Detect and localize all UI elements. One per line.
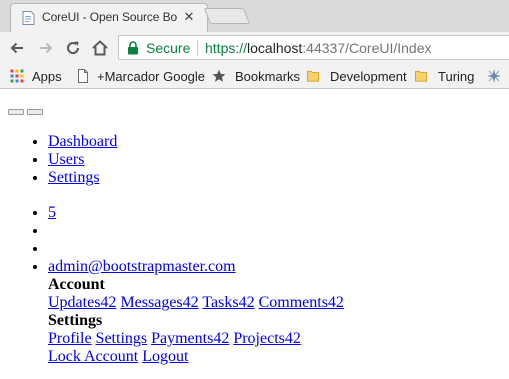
page-favicon-icon	[22, 11, 35, 25]
bookmark-folder-development[interactable]: Development	[307, 67, 407, 85]
dropdown-item-lock-account[interactable]: Lock Account	[48, 348, 138, 365]
header-nav: Dashboard Users Settings	[0, 133, 117, 187]
sidebar-minimizer-button[interactable]	[27, 109, 43, 115]
list-item-empty[interactable]	[48, 240, 344, 258]
dropdown-item-comments[interactable]: Comments42	[259, 294, 344, 311]
folder-icon	[415, 70, 427, 82]
url-host: localhost	[247, 40, 303, 56]
notifications-badge-link[interactable]: 5	[48, 204, 56, 221]
lock-icon	[128, 41, 138, 55]
home-icon	[92, 40, 108, 56]
bookmark-label: Apps	[32, 68, 62, 84]
tab-title: CoreUI - Open Source Bo	[42, 10, 178, 24]
forward-button[interactable]	[37, 39, 55, 57]
url-scheme: https://	[205, 40, 248, 56]
user-dropdown: Account Updates42 Messages42 Tasks42 Com…	[48, 276, 344, 366]
folder-icon	[307, 70, 319, 82]
header-right-nav: 5 admin@bootstrapmaster.com Account Upda…	[0, 204, 344, 366]
back-arrow-icon	[10, 42, 23, 54]
list-item-empty[interactable]	[48, 222, 344, 240]
forward-arrow-icon	[40, 42, 53, 54]
omnibox-divider	[197, 40, 198, 56]
dropdown-settings-links: Profile Settings Payments42 Projects42	[48, 330, 344, 348]
dropdown-account-links: Updates42 Messages42 Tasks42 Comments42	[48, 294, 344, 312]
bookmark-label: Development	[330, 68, 407, 84]
url-path: :44337/CoreUI/Index	[302, 40, 432, 56]
dropdown-item-payments[interactable]: Payments42	[151, 330, 229, 347]
bookmark-overflow[interactable]	[486, 67, 502, 85]
dropdown-header-settings: Settings	[48, 312, 103, 329]
new-tab-button[interactable]	[203, 8, 251, 24]
sparkle-icon	[487, 69, 501, 83]
url-text: https://localhost:44337/CoreUI/Index	[205, 40, 432, 56]
home-button[interactable]	[91, 39, 109, 57]
browser-toolbar: Secure https://localhost:44337/CoreUI/In…	[0, 32, 509, 63]
nav-item-dashboard: Dashboard	[48, 133, 117, 151]
nav-link-users[interactable]: Users	[48, 151, 84, 168]
bookmarks-bar: Apps +Marcador Google Bookmarks Developm…	[0, 63, 509, 89]
dropdown-footer-links: Lock Account Logout	[48, 348, 344, 366]
address-bar[interactable]: Secure https://localhost:44337/CoreUI/In…	[118, 35, 509, 60]
reload-icon	[67, 41, 80, 55]
back-button[interactable]	[8, 39, 26, 57]
dropdown-item-messages[interactable]: Messages42	[120, 294, 198, 311]
nav-item-settings: Settings	[48, 169, 117, 187]
dropdown-item-settings[interactable]: Settings	[96, 330, 148, 347]
dropdown-item-updates[interactable]: Updates42	[48, 294, 116, 311]
dropdown-header-account: Account	[48, 276, 105, 293]
reload-button[interactable]	[64, 39, 82, 57]
user-menu-item: admin@bootstrapmaster.com Account Update…	[48, 258, 344, 366]
bookmark-label: Turing	[438, 68, 475, 84]
tab-close-icon[interactable]: ✕	[182, 9, 196, 25]
star-icon	[212, 69, 226, 82]
nav-item-users: Users	[48, 151, 117, 169]
nav-link-settings[interactable]: Settings	[48, 169, 100, 186]
apps-grid-icon	[10, 69, 24, 83]
sidebar-toggler-button[interactable]	[8, 109, 24, 115]
browser-tab-strip: CoreUI - Open Source Bo ✕	[0, 0, 509, 32]
dropdown-item-tasks[interactable]: Tasks42	[202, 294, 254, 311]
bookmark-label: Bookmarks	[235, 68, 301, 84]
secure-label: Secure	[146, 40, 191, 56]
notifications-item: 5	[48, 204, 344, 222]
dropdown-item-profile[interactable]: Profile	[48, 330, 92, 347]
dropdown-item-projects[interactable]: Projects42	[233, 330, 301, 347]
page-icon	[78, 69, 88, 83]
page-content: Dashboard Users Settings 5 admin@bootstr…	[0, 90, 509, 379]
nav-link-dashboard[interactable]: Dashboard	[48, 133, 117, 150]
bookmark-bookmarks[interactable]: Bookmarks	[212, 67, 300, 85]
bookmark-folder-turing[interactable]: Turing	[415, 67, 474, 85]
dropdown-item-logout[interactable]: Logout	[142, 348, 188, 365]
browser-tab-content[interactable]: CoreUI - Open Source Bo ✕	[22, 3, 220, 32]
bookmark-label: +Marcador Google	[97, 68, 206, 84]
bookmark-apps[interactable]: Apps	[10, 67, 62, 85]
bookmark-marcador-google[interactable]: +Marcador Google	[76, 67, 205, 85]
user-email-link[interactable]: admin@bootstrapmaster.com	[48, 258, 236, 275]
